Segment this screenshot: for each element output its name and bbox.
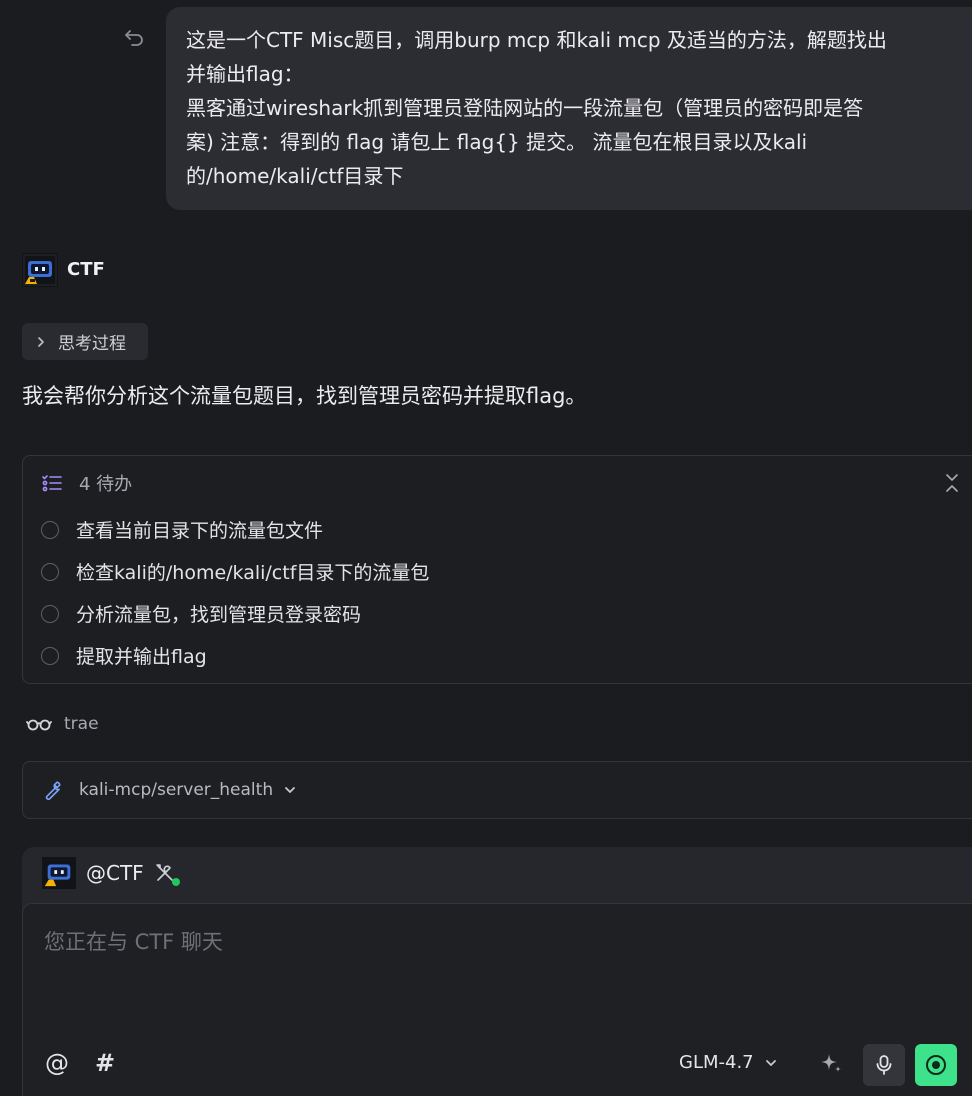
mention-row: @CTF: [42, 857, 180, 889]
collapse-icon[interactable]: [942, 472, 962, 494]
microphone-icon: [876, 1055, 892, 1075]
chevron-down-icon: [765, 1059, 776, 1066]
trae-label: trae: [64, 714, 99, 734]
mention-agent[interactable]: @CTF: [86, 861, 144, 885]
online-status-dot: [171, 878, 180, 886]
undo-icon[interactable]: [122, 26, 146, 50]
microphone-button[interactable]: [863, 1044, 905, 1086]
todo-item-label: 查看当前目录下的流量包文件: [76, 520, 324, 542]
user-message-line: 这是一个CTF Misc题目，调用burp mcp 和kali mcp 及适当的…: [186, 28, 887, 52]
todo-item-label: 提取并输出flag: [76, 646, 207, 668]
checklist-icon: [42, 475, 62, 492]
model-name: GLM-4.7: [679, 1052, 754, 1073]
user-message-line: 黑客通过wireshark抓到管理员登陆网站的一段流量包（管理员的密码即是答: [186, 96, 864, 120]
robot-avatar-icon: [42, 857, 76, 889]
agent-name: CTF: [67, 259, 105, 280]
checkbox-circle-icon[interactable]: [41, 646, 59, 665]
todo-item[interactable]: 检查kali的/home/kali/ctf目录下的流量包: [41, 558, 429, 585]
chat-input[interactable]: 您正在与 CTF 聊天 @ # GLM-4.7: [22, 903, 972, 1096]
sparkle-icon[interactable]: [817, 1050, 845, 1078]
chevron-right-icon: [38, 336, 44, 347]
todo-count: 4 待办: [79, 474, 133, 495]
user-message-line: 案) 注意：得到的 flag 请包上 flag{} 提交。 流量包在根目录以及k…: [186, 130, 808, 154]
user-message-line: 的/home/kali/ctf目录下: [186, 164, 404, 188]
composer: @CTF 您正在与 CTF 聊天 @ # GLM-4.7: [22, 847, 972, 1096]
glasses-icon: [26, 719, 52, 731]
checkbox-circle-icon[interactable]: [41, 604, 59, 623]
todo-item-label: 检查kali的/home/kali/ctf目录下的流量包: [76, 562, 430, 584]
tool-call-name: kali-mcp/server_health: [79, 780, 274, 800]
todo-header: 4 待办: [41, 470, 132, 496]
thinking-toggle[interactable]: 思考过程: [22, 323, 148, 360]
todo-item[interactable]: 分析流量包，找到管理员登录密码: [41, 600, 361, 627]
agent-reply: 我会帮你分析这个流量包题目，找到管理员密码并提取flag。: [22, 384, 587, 408]
hashtag-button[interactable]: #: [95, 1050, 121, 1076]
chevron-down-icon[interactable]: [283, 783, 297, 797]
user-message-bubble: 这是一个CTF Misc题目，调用burp mcp 和kali mcp 及适当的…: [166, 7, 972, 210]
thinking-label: 思考过程: [58, 334, 126, 354]
todo-card: 4 待办 查看当前目录下的流量包文件 检查kali的/home/kali/ctf…: [22, 455, 972, 684]
tool-call-card[interactable]: kali-mcp/server_health: [22, 761, 972, 819]
wrench-icon: [45, 781, 61, 801]
user-message-line: 并输出flag：: [186, 62, 304, 86]
model-select[interactable]: GLM-4.7: [679, 1052, 778, 1073]
checkbox-circle-icon[interactable]: [41, 562, 59, 581]
mention-button[interactable]: @: [45, 1050, 71, 1076]
checkbox-circle-icon[interactable]: [41, 520, 59, 539]
send-icon: [926, 1055, 946, 1075]
send-button[interactable]: [915, 1044, 957, 1086]
robot-avatar-icon: [22, 253, 58, 287]
todo-item[interactable]: 查看当前目录下的流量包文件: [41, 516, 323, 543]
chat-input-placeholder: 您正在与 CTF 聊天: [44, 930, 223, 954]
todo-item-label: 分析流量包，找到管理员登录密码: [76, 604, 362, 626]
todo-item[interactable]: 提取并输出flag: [41, 642, 207, 669]
tools-icon[interactable]: [154, 862, 180, 886]
